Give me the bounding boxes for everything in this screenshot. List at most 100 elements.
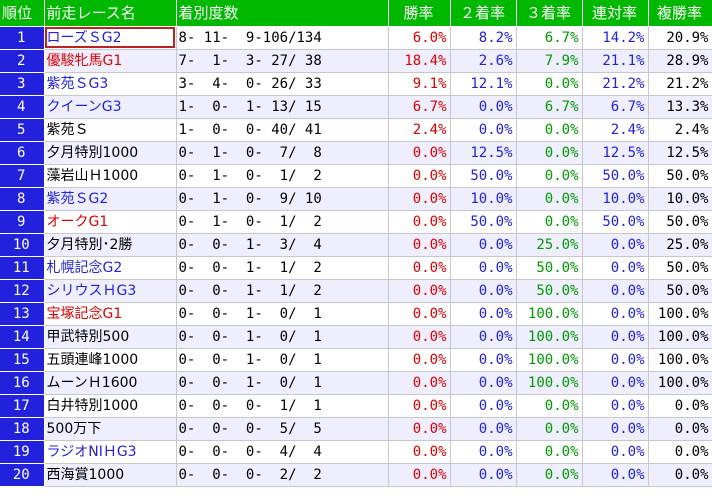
place2-rate-cell: 0.0% (450, 95, 517, 119)
rentai-rate-cell: 14.2% (582, 26, 649, 50)
rentai-rate-cell: 0.0% (582, 394, 649, 418)
table-row[interactable]: 8 紫苑ＳG2 0- 1- 0- 9/ 10 0.0% 10.0% 0.0% 10.0% 10… (0, 187, 712, 211)
table-row[interactable]: 17 白井特別1000 0- 0- 0- 1/ 1 0.0% 0.0% 0.0% 0.0% 0… (0, 394, 712, 418)
win-rate-cell: 9.1% (388, 72, 451, 96)
fukusho-rate-cell: 0.0% (648, 440, 712, 464)
table-row[interactable]: 6 夕月特別1000 0- 1- 0- 7/ 8 0.0% 12.5% 0.0% 12.5%… (0, 141, 712, 165)
fukusho-rate-cell: 100.0% (648, 371, 712, 395)
race-name-cell[interactable]: 西海賞1000 (44, 463, 177, 487)
race-name-cell[interactable]: シリウスＨG3 (44, 279, 177, 303)
table-row[interactable]: 20 西海賞1000 0- 0- 0- 2/ 2 0.0% 0.0% 0.0% 0.0% 0.… (0, 463, 712, 487)
table-row[interactable]: 3 紫苑ＳG3 3- 4- 0- 26/ 33 9.1% 12.1% 0.0% 21.2% 2… (0, 72, 712, 96)
record-cell: 3- 4- 0- 26/ 33 (176, 72, 389, 96)
rank-cell: 5 (0, 118, 45, 142)
rentai-rate-cell: 0.0% (582, 279, 649, 303)
race-name-cell[interactable]: 夕月特別･2勝 (44, 233, 177, 257)
header-rentai-rate[interactable]: 連対率 (582, 0, 649, 27)
table-row[interactable]: 10 夕月特別･2勝 0- 0- 1- 3/ 4 0.0% 0.0% 25.0% 0.0% 2… (0, 233, 712, 257)
place3-rate-cell: 0.0% (516, 440, 583, 464)
win-rate-cell: 0.0% (388, 256, 451, 280)
win-rate-cell: 0.0% (388, 141, 451, 165)
race-name-cell[interactable]: ローズＳG2 (44, 26, 177, 50)
rentai-rate-cell: 50.0% (582, 164, 649, 188)
place3-rate-cell: 50.0% (516, 256, 583, 280)
rank-cell: 12 (0, 279, 45, 303)
win-rate-cell: 18.4% (388, 49, 451, 73)
place3-rate-cell: 100.0% (516, 325, 583, 349)
race-name-cell[interactable]: 藻岩山Ｈ1000 (44, 164, 177, 188)
rank-cell: 2 (0, 49, 45, 73)
record-cell: 0- 0- 1- 0/ 1 (176, 371, 389, 395)
rentai-rate-cell: 0.0% (582, 233, 649, 257)
race-name-cell[interactable]: 五頭連峰1000 (44, 348, 177, 372)
header-fukusho-rate[interactable]: 複勝率 (648, 0, 712, 27)
header-place3-rate[interactable]: ３着率 (516, 0, 583, 27)
race-name-cell[interactable]: 宝塚記念G1 (44, 302, 177, 326)
table-row[interactable]: 18 500万下 0- 0- 0- 5/ 5 0.0% 0.0% 0.0% 0.0% 0.0% (0, 417, 712, 441)
race-name-cell[interactable]: 札幌記念G2 (44, 256, 177, 280)
race-name-cell[interactable]: オークG1 (44, 210, 177, 234)
rank-cell: 8 (0, 187, 45, 211)
table-row[interactable]: 13 宝塚記念G1 0- 0- 1- 0/ 1 0.0% 0.0% 100.0% 0.0% 1… (0, 302, 712, 326)
race-name-cell[interactable]: ラジオNIＨG3 (44, 440, 177, 464)
table-row[interactable]: 12 シリウスＨG3 0- 0- 1- 1/ 2 0.0% 0.0% 50.0% 0.0% 5… (0, 279, 712, 303)
place2-rate-cell: 10.0% (450, 187, 517, 211)
table-row[interactable]: 1 ローズＳG2 8- 11- 9-106/134 6.0% 8.2% 6.7% 14.2%… (0, 26, 712, 50)
fukusho-rate-cell: 13.3% (648, 95, 712, 119)
place2-rate-cell: 0.0% (450, 417, 517, 441)
header-race-name[interactable]: 前走レース名 (44, 0, 177, 27)
fukusho-rate-cell: 100.0% (648, 302, 712, 326)
record-cell: 0- 0- 1- 1/ 2 (176, 256, 389, 280)
rank-cell: 20 (0, 463, 45, 487)
place2-rate-cell: 0.0% (450, 279, 517, 303)
rank-cell: 4 (0, 95, 45, 119)
record-cell: 8- 11- 9-106/134 (176, 26, 389, 50)
rank-cell: 11 (0, 256, 45, 280)
record-cell: 0- 0- 1- 0/ 1 (176, 348, 389, 372)
table-row[interactable]: 2 優駿牝馬G1 7- 1- 3- 27/ 38 18.4% 2.6% 7.9% 21.1%… (0, 49, 712, 73)
header-row: 順位 前走レース名 着別度数 勝率 ２着率 ３着率 連対率 複勝率 (0, 0, 712, 27)
fukusho-rate-cell: 0.0% (648, 417, 712, 441)
win-rate-cell: 0.0% (388, 210, 451, 234)
record-cell: 1- 0- 1- 13/ 15 (176, 95, 389, 119)
table-row[interactable]: 15 五頭連峰1000 0- 0- 1- 0/ 1 0.0% 0.0% 100.0% 0.0… (0, 348, 712, 372)
header-rank[interactable]: 順位 (0, 0, 45, 27)
table-row[interactable]: 16 ムーンＨ1600 0- 0- 1- 0/ 1 0.0% 0.0% 100.0% 0.0… (0, 371, 712, 395)
race-name-cell[interactable]: 夕月特別1000 (44, 141, 177, 165)
header-record[interactable]: 着別度数 (176, 0, 389, 27)
race-name-cell[interactable]: 500万下 (44, 417, 177, 441)
win-rate-cell: 0.0% (388, 417, 451, 441)
race-name-cell[interactable]: 紫苑Ｓ (44, 118, 177, 142)
record-cell: 0- 1- 0- 1/ 2 (176, 164, 389, 188)
rentai-rate-cell: 6.7% (582, 95, 649, 119)
table-row[interactable]: 19 ラジオNIＨG3 0- 0- 0- 4/ 4 0.0% 0.0% 0.0% 0.0% 0… (0, 440, 712, 464)
table-row[interactable]: 5 紫苑Ｓ 1- 0- 0- 40/ 41 2.4% 0.0% 0.0% 2.4% 2.4% (0, 118, 712, 142)
rank-cell: 10 (0, 233, 45, 257)
race-name-cell[interactable]: 紫苑ＳG3 (44, 72, 177, 96)
race-name-cell[interactable]: 優駿牝馬G1 (44, 49, 177, 73)
win-rate-cell: 0.0% (388, 187, 451, 211)
table-row[interactable]: 7 藻岩山Ｈ1000 0- 1- 0- 1/ 2 0.0% 50.0% 0.0% 50.0%… (0, 164, 712, 188)
race-name-cell[interactable]: ムーンＨ1600 (44, 371, 177, 395)
place3-rate-cell: 0.0% (516, 463, 583, 487)
race-name-cell[interactable]: 紫苑ＳG2 (44, 187, 177, 211)
table-row[interactable]: 14 甲武特別500 0- 0- 1- 0/ 1 0.0% 0.0% 100.0% 0.0%… (0, 325, 712, 349)
table-row[interactable]: 11 札幌記念G2 0- 0- 1- 1/ 2 0.0% 0.0% 50.0% 0.0% 50… (0, 256, 712, 280)
table-row[interactable]: 9 オークG1 0- 1- 0- 1/ 2 0.0% 50.0% 0.0% 50.0% 50.… (0, 210, 712, 234)
rentai-rate-cell: 0.0% (582, 371, 649, 395)
race-name-cell[interactable]: 甲武特別500 (44, 325, 177, 349)
header-place2-rate[interactable]: ２着率 (450, 0, 517, 27)
race-stats-table: 順位 前走レース名 着別度数 勝率 ２着率 ３着率 連対率 複勝率 1 ローズＳG… (0, 0, 712, 487)
record-cell: 0- 0- 0- 2/ 2 (176, 463, 389, 487)
fukusho-rate-cell: 12.5% (648, 141, 712, 165)
rentai-rate-cell: 21.2% (582, 72, 649, 96)
race-name-cell[interactable]: 白井特別1000 (44, 394, 177, 418)
rentai-rate-cell: 0.0% (582, 302, 649, 326)
rank-cell: 7 (0, 164, 45, 188)
place3-rate-cell: 6.7% (516, 26, 583, 50)
race-name-cell[interactable]: クイーンG3 (44, 95, 177, 119)
win-rate-cell: 6.0% (388, 26, 451, 50)
rank-cell: 15 (0, 348, 45, 372)
table-row[interactable]: 4 クイーンG3 1- 0- 1- 13/ 15 6.7% 0.0% 6.7% 6.7% 13… (0, 95, 712, 119)
header-win-rate[interactable]: 勝率 (388, 0, 451, 27)
